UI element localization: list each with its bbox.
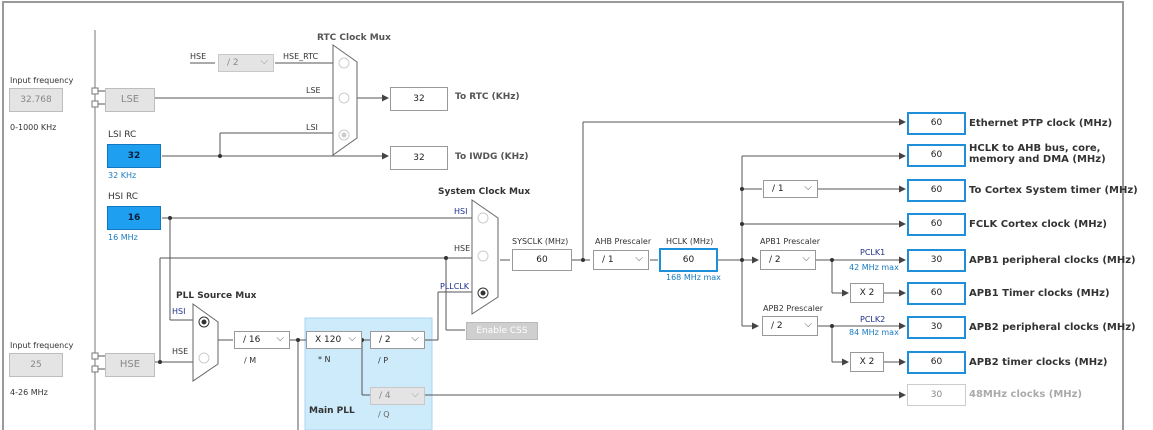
cortex-timer-divider-select[interactable]: / 1 ⌵ xyxy=(763,180,818,198)
clock-configuration-canvas: Input frequency 32.768 0-1000 KHz Input … xyxy=(0,0,1153,430)
hse-input-frequency-label: Input frequency xyxy=(10,341,74,350)
sysclk-mux-hse-label: HSE xyxy=(454,244,471,253)
hsi-rc-value: 16 xyxy=(107,206,161,230)
pll-mux-hsi-label: HSI xyxy=(172,307,186,316)
usb-48mhz-clocks-label: 48MHz clocks (MHz) xyxy=(969,389,1083,400)
to-rtc-label: To RTC (KHz) xyxy=(455,92,520,102)
lse-input-frequency-label: Input frequency xyxy=(10,76,74,85)
chevron-down-icon: ⌵ xyxy=(411,333,419,344)
apb2-timer-clocks-field[interactable]: 60 xyxy=(907,351,966,374)
rtc-hse-label: HSE xyxy=(190,52,207,61)
rtc-hse-divider-value: / 2 xyxy=(227,58,239,68)
hclk-field[interactable]: 60 xyxy=(659,248,718,272)
sysclk-label: SYSCLK (MHz) xyxy=(512,237,569,246)
ahb-prescaler-label: AHB Prescaler xyxy=(595,237,652,246)
sysclk-mux-pllclk-label: PLLCLK xyxy=(440,282,470,291)
lsi-rc-value: 32 xyxy=(107,144,161,168)
apb1-peripheral-clocks-field[interactable]: 30 xyxy=(907,249,966,272)
apb2-prescaler-value: / 2 xyxy=(771,321,783,331)
hsi-rc-title: HSI RC xyxy=(108,192,139,202)
apb2-max-label: 84 MHz max xyxy=(849,328,899,337)
hclk-label: HCLK (MHz) xyxy=(666,237,714,246)
chevron-down-icon: ⌵ xyxy=(802,253,810,264)
pll-m-divider-select[interactable]: / 16 ⌵ xyxy=(234,331,290,349)
chevron-down-icon: ⌵ xyxy=(260,56,268,67)
rtc-hse-rtc-label: HSE_RTC xyxy=(283,52,319,61)
to-iwdg-value: 32 xyxy=(390,146,448,170)
pclk2-label: PCLK2 xyxy=(860,315,886,324)
usb-48mhz-clocks-field[interactable]: 30 xyxy=(907,384,966,406)
hclk-max-label: 168 MHz max xyxy=(666,273,721,282)
pll-p-label: / P xyxy=(378,356,389,365)
pll-mux-hse-label: HSE xyxy=(172,347,189,356)
pclk1-label: PCLK1 xyxy=(860,248,886,257)
apb2-prescaler-label: APB2 Prescaler xyxy=(763,304,824,313)
apb2-prescaler-select[interactable]: / 2 ⌵ xyxy=(762,316,818,336)
apb2-peripheral-clocks-label: APB2 peripheral clocks (MHz) xyxy=(969,322,1136,333)
ethernet-ptp-clock-label: Ethernet PTP clock (MHz) xyxy=(969,118,1113,129)
apb1-max-label: 42 MHz max xyxy=(849,263,899,272)
pll-q-label: / Q xyxy=(378,410,390,419)
sysclk-value: 60 xyxy=(512,249,572,271)
sysclk-mux-hsi-label: HSI xyxy=(454,207,468,216)
main-pll-title: Main PLL xyxy=(309,406,355,416)
chevron-down-icon: ⌵ xyxy=(411,389,419,400)
rtc-lsi-label: LSI xyxy=(306,123,318,132)
pll-m-divider-value: / 16 xyxy=(243,335,261,345)
hclk-ahb-clock-label: HCLK to AHB bus, core, xyxy=(969,143,1101,154)
apb1-peripheral-clocks-label: APB1 peripheral clocks (MHz) xyxy=(969,255,1136,266)
hsi-rc-unit: 16 MHz xyxy=(108,233,138,242)
hse-input-range: 4-26 MHz xyxy=(10,388,48,397)
to-rtc-value: 32 xyxy=(390,87,448,111)
chevron-down-icon: ⌵ xyxy=(276,333,284,344)
fclk-cortex-clock-field[interactable]: 60 xyxy=(907,213,966,236)
apb2-peripheral-clocks-field[interactable]: 30 xyxy=(907,316,966,339)
apb1-prescaler-select[interactable]: / 2 ⌵ xyxy=(760,250,816,270)
apb1-timer-clocks-label: APB1 Timer clocks (MHz) xyxy=(969,288,1110,299)
pll-source-mux xyxy=(192,303,219,382)
pll-p-divider-select[interactable]: / 2 ⌵ xyxy=(370,331,425,349)
fclk-cortex-clock-label: FCLK Cortex clock (MHz) xyxy=(969,219,1107,230)
to-iwdg-label: To IWDG (KHz) xyxy=(455,152,529,162)
pll-q-divider-select[interactable]: / 4 ⌵ xyxy=(370,387,425,405)
hse-input-frequency-field[interactable]: 25 xyxy=(9,353,63,377)
apb1-timer-multiplier: X 2 xyxy=(850,283,884,303)
hse-source: HSE xyxy=(105,353,155,377)
pll-m-label: / M xyxy=(244,356,257,365)
pll-n-label: * N xyxy=(318,355,331,364)
chevron-down-icon: ⌵ xyxy=(348,333,356,344)
lse-source: LSE xyxy=(105,88,155,112)
lsi-rc-title: LSI RC xyxy=(108,130,137,140)
ethernet-ptp-clock-field[interactable]: 60 xyxy=(907,112,966,135)
pll-source-mux-title: PLL Source Mux xyxy=(176,291,257,301)
cortex-timer-divider-value: / 1 xyxy=(772,184,784,194)
chevron-down-icon: ⌵ xyxy=(635,253,643,264)
ahb-prescaler-value: / 1 xyxy=(602,255,614,265)
cortex-system-timer-label: To Cortex System timer (MHz) xyxy=(969,185,1138,196)
apb2-timer-clocks-label: APB2 timer clocks (MHz) xyxy=(969,357,1108,368)
hclk-ahb-clock-label-line2: memory and DMA (MHz) xyxy=(969,154,1106,165)
pll-q-divider-value: / 4 xyxy=(379,391,391,401)
hclk-ahb-clock-field[interactable]: 60 xyxy=(907,144,966,167)
ahb-prescaler-select[interactable]: / 1 ⌵ xyxy=(593,250,649,270)
enable-css-button[interactable]: Enable CSS xyxy=(466,322,538,340)
rtc-clock-mux-title: RTC Clock Mux xyxy=(317,33,391,43)
rtc-lse-label: LSE xyxy=(306,86,321,95)
apb2-timer-multiplier: X 2 xyxy=(850,352,884,372)
rtc-hse-divider-select[interactable]: / 2 ⌵ xyxy=(218,54,274,72)
apb1-prescaler-value: / 2 xyxy=(769,255,781,265)
apb1-prescaler-label: APB1 Prescaler xyxy=(760,237,821,246)
pll-n-multiplier-select[interactable]: X 120 ⌵ xyxy=(306,331,362,349)
lse-input-frequency-field[interactable]: 32.768 xyxy=(9,88,63,112)
pll-p-divider-value: / 2 xyxy=(379,335,391,345)
apb1-timer-clocks-field[interactable]: 60 xyxy=(907,282,966,305)
lse-input-range: 0-1000 KHz xyxy=(10,123,57,132)
lsi-rc-unit: 32 KHz xyxy=(108,171,137,180)
cortex-system-timer-field[interactable]: 60 xyxy=(907,179,966,202)
system-clock-mux-title: System Clock Mux xyxy=(438,187,531,197)
pll-n-multiplier-value: X 120 xyxy=(315,335,342,345)
chevron-down-icon: ⌵ xyxy=(804,182,812,193)
chevron-down-icon: ⌵ xyxy=(804,319,812,330)
